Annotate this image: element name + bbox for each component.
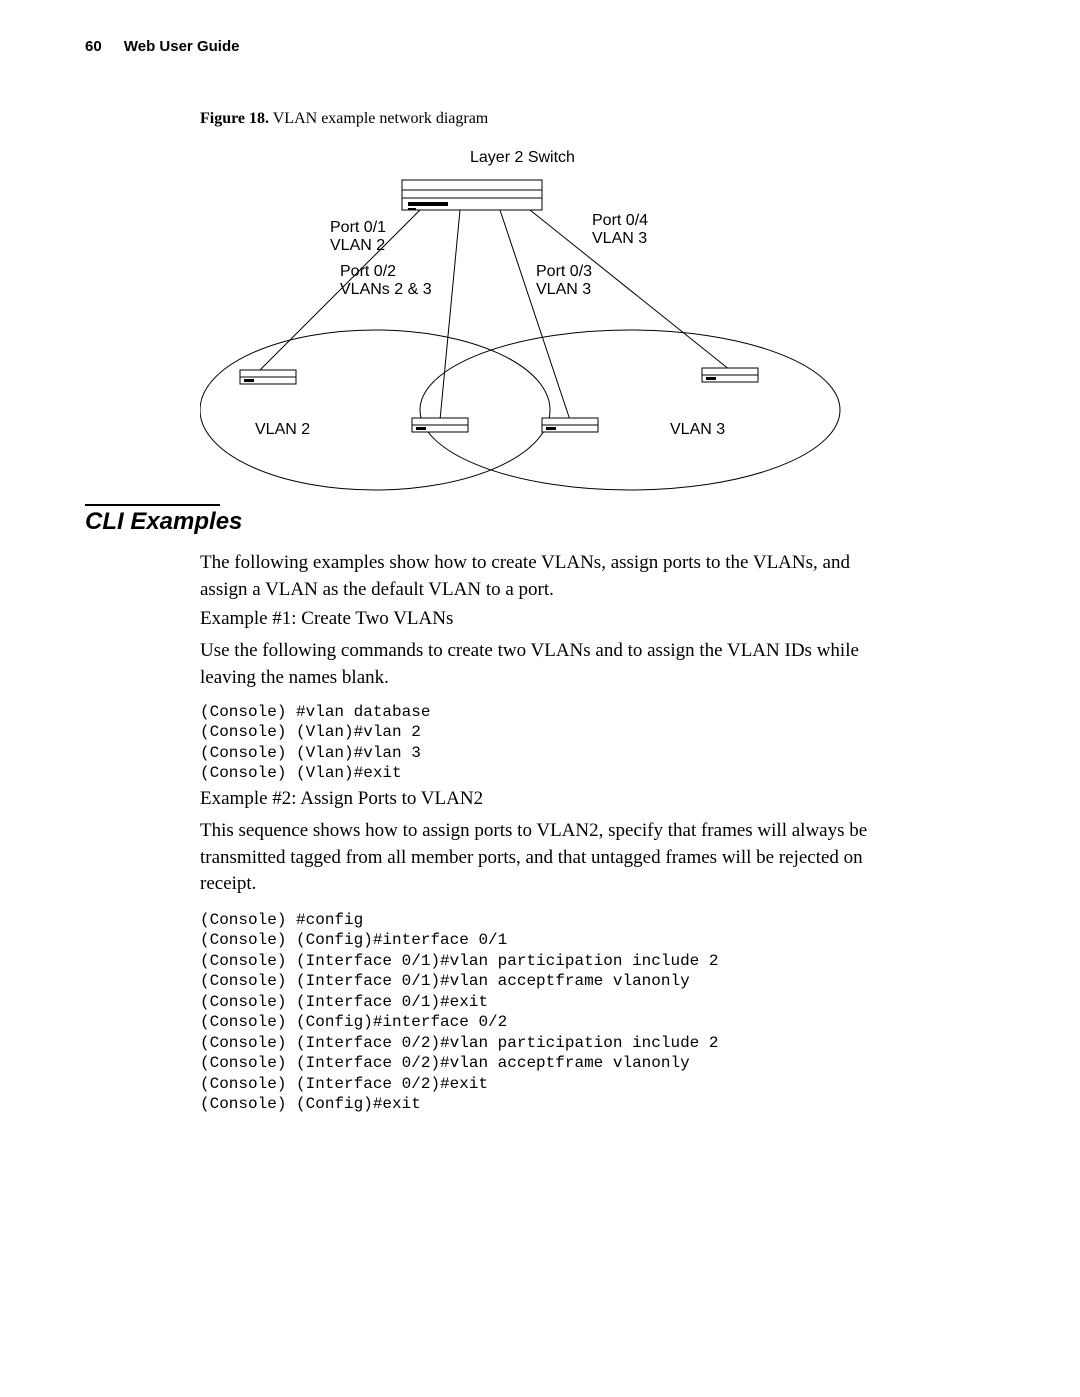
port01-vlan: VLAN 2: [330, 237, 385, 254]
network-diagram-svg: Layer 2 Switch Port 0/1 VLAN 2 Port 0/2 …: [200, 140, 900, 500]
page-number: 60: [85, 38, 102, 55]
layer2-switch-label: Layer 2 Switch: [470, 149, 575, 166]
example2-title: Example #2: Assign Ports to VLAN2: [200, 786, 900, 813]
example2-desc-text: This sequence shows how to assign ports …: [200, 818, 900, 898]
page-header: 60 Web User Guide: [85, 38, 239, 55]
switch-icon: [402, 180, 542, 210]
intro-paragraph: The following examples show how to creat…: [200, 550, 900, 603]
figure-caption-lead: Figure 18.: [200, 110, 269, 127]
network-diagram: Layer 2 Switch Port 0/1 VLAN 2 Port 0/2 …: [200, 140, 900, 500]
port02-label: Port 0/2: [340, 263, 396, 280]
port01-label: Port 0/1: [330, 219, 386, 236]
device-2: [412, 418, 468, 432]
device-3: [542, 418, 598, 432]
vlan3-label: VLAN 3: [670, 421, 725, 438]
example1-code: (Console) #vlan database (Console) (Vlan…: [200, 702, 430, 784]
example2-code: (Console) #config (Console) (Config)#int…: [200, 910, 718, 1115]
vlan2-label: VLAN 2: [255, 421, 310, 438]
port03-label: Port 0/3: [536, 263, 592, 280]
vlan3-ellipse: [420, 330, 840, 490]
vlan2-ellipse: [200, 330, 550, 490]
example1-desc-text: Use the following commands to create two…: [200, 638, 900, 691]
example1-title: Example #1: Create Two VLANs: [200, 606, 900, 633]
port02-vlan: VLANs 2 & 3: [340, 281, 432, 298]
port03-vlan: VLAN 3: [536, 281, 591, 298]
intro-text: The following examples show how to creat…: [200, 550, 900, 603]
section-heading: CLI Examples: [85, 508, 242, 536]
section-rule: [85, 504, 220, 506]
figure-caption: Figure 18. VLAN example network diagram: [200, 110, 488, 128]
cable-port02: [440, 210, 460, 420]
device-4: [702, 368, 758, 382]
example2-desc: This sequence shows how to assign ports …: [200, 818, 900, 898]
figure-caption-text: VLAN example network diagram: [273, 110, 488, 127]
port04-label: Port 0/4: [592, 212, 648, 229]
device-1: [240, 370, 296, 384]
example2-title-text: Example #2: Assign Ports to VLAN2: [200, 786, 900, 813]
example1-desc: Use the following commands to create two…: [200, 638, 900, 691]
page: 60 Web User Guide Figure 18. VLAN exampl…: [0, 0, 1080, 1397]
doc-title: Web User Guide: [124, 38, 240, 55]
example1-title-text: Example #1: Create Two VLANs: [200, 606, 900, 633]
cable-port03: [500, 210, 570, 420]
port04-vlan: VLAN 3: [592, 230, 647, 247]
